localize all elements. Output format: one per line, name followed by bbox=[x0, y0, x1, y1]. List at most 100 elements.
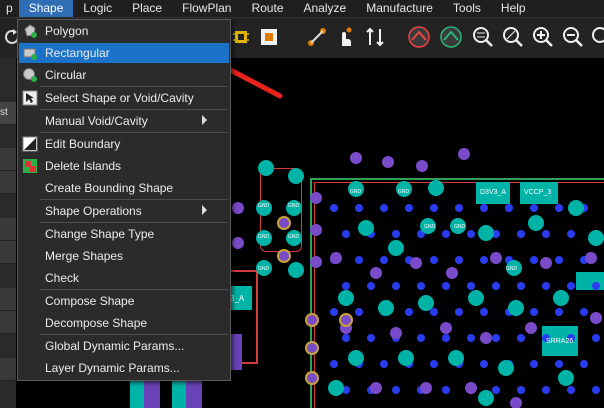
menu-item-label: Layer Dynamic Params... bbox=[45, 361, 180, 375]
menu-icon-placeholder bbox=[19, 224, 41, 244]
left-panel-row bbox=[0, 288, 16, 311]
via bbox=[307, 315, 317, 325]
menu-circular[interactable]: Circular bbox=[19, 65, 229, 85]
via bbox=[590, 312, 602, 324]
hand-pointer-icon[interactable] bbox=[332, 24, 358, 50]
via bbox=[467, 334, 475, 342]
menu-global-dynamic-params[interactable]: Global Dynamic Params... bbox=[19, 336, 229, 356]
menu-compose-shape[interactable]: Compose Shape bbox=[19, 291, 229, 311]
menu-delete-islands[interactable]: Delete Islands bbox=[19, 156, 229, 176]
swap-arrows-icon[interactable] bbox=[362, 24, 388, 50]
menu-item-route[interactable]: Route bbox=[241, 0, 293, 17]
via bbox=[330, 360, 338, 368]
via bbox=[416, 160, 428, 172]
menu-item-manufacture[interactable]: Manufacture bbox=[356, 0, 443, 17]
via bbox=[355, 204, 363, 212]
left-panel: st bbox=[0, 58, 16, 408]
menu-layer-dynamic-params[interactable]: Layer Dynamic Params... bbox=[19, 358, 229, 378]
menu-check[interactable]: Check bbox=[19, 268, 229, 288]
pad bbox=[576, 272, 604, 290]
pad-label: GND bbox=[398, 189, 410, 195]
pad-label: SRRA26 bbox=[546, 338, 574, 345]
ratsnest-red-icon[interactable] bbox=[406, 24, 432, 50]
menu-separator bbox=[40, 86, 228, 87]
menu-item-label: Polygon bbox=[45, 24, 89, 38]
menu-item-label: Global Dynamic Params... bbox=[45, 339, 185, 353]
via bbox=[517, 282, 525, 290]
menu-edit-boundary[interactable]: Edit Boundary bbox=[19, 134, 229, 154]
via bbox=[568, 200, 584, 216]
ratsnest-green-icon[interactable] bbox=[438, 24, 464, 50]
via bbox=[232, 202, 244, 214]
via bbox=[467, 282, 475, 290]
via bbox=[455, 308, 463, 316]
left-panel-tab[interactable]: st bbox=[0, 102, 16, 125]
via bbox=[328, 380, 344, 396]
menu-rectangular[interactable]: Rectangular bbox=[19, 43, 229, 63]
menu-polygon[interactable]: Polygon bbox=[19, 21, 229, 41]
pad-label: GND bbox=[424, 224, 436, 230]
via bbox=[455, 204, 463, 212]
menu-merge-shapes[interactable]: Merge Shapes bbox=[19, 246, 229, 266]
via bbox=[530, 308, 538, 316]
menu-decompose-shape[interactable]: Decompose Shape bbox=[19, 313, 229, 333]
pad-label: GND bbox=[454, 224, 466, 230]
circle-shape-icon bbox=[19, 65, 41, 85]
menu-item-tools[interactable]: Tools bbox=[443, 0, 491, 17]
via bbox=[310, 224, 322, 236]
menu-item-place[interactable]: Place bbox=[122, 0, 172, 17]
menu-item-flowplan[interactable]: FlowPlan bbox=[172, 0, 241, 17]
via bbox=[410, 257, 422, 269]
via bbox=[392, 386, 400, 394]
menu-change-shape-type[interactable]: Change Shape Type bbox=[19, 224, 229, 244]
zoom-out-icon[interactable] bbox=[560, 24, 586, 50]
via bbox=[567, 230, 575, 238]
via bbox=[585, 252, 597, 264]
delete-islands-icon bbox=[19, 156, 41, 176]
via bbox=[448, 350, 464, 366]
menu-item-shape[interactable]: Shape bbox=[18, 0, 74, 17]
left-panel-row bbox=[0, 218, 16, 241]
via bbox=[492, 282, 500, 290]
menu-item-analyze[interactable]: Analyze bbox=[294, 0, 357, 17]
via bbox=[330, 204, 338, 212]
via bbox=[258, 160, 274, 176]
menu-icon-placeholder bbox=[19, 313, 41, 333]
via bbox=[592, 386, 600, 394]
via bbox=[342, 282, 350, 290]
via bbox=[279, 218, 289, 228]
via bbox=[555, 256, 563, 264]
menu-item-label: Edit Boundary bbox=[45, 137, 121, 151]
via bbox=[588, 230, 604, 246]
via bbox=[367, 334, 375, 342]
menu-manual-void-cavity[interactable]: Manual Void/Cavity bbox=[19, 111, 229, 131]
via bbox=[542, 230, 550, 238]
via bbox=[232, 237, 244, 249]
via bbox=[279, 251, 289, 261]
zoom-area-icon[interactable] bbox=[500, 24, 526, 50]
menu-item-help[interactable]: Help bbox=[491, 0, 536, 17]
menu-item-label: Select Shape or Void/Cavity bbox=[45, 91, 194, 105]
via bbox=[380, 360, 388, 368]
via bbox=[350, 152, 362, 164]
via bbox=[592, 334, 600, 342]
menu-item-logic[interactable]: Logic bbox=[73, 0, 122, 17]
via bbox=[492, 386, 500, 394]
zoom-previous-icon[interactable] bbox=[588, 24, 604, 50]
via bbox=[492, 334, 500, 342]
via bbox=[498, 360, 514, 376]
via bbox=[490, 252, 502, 264]
menu-select-shape[interactable]: Select Shape or Void/Cavity bbox=[19, 88, 229, 108]
via bbox=[468, 290, 484, 306]
via bbox=[430, 256, 438, 264]
via bbox=[510, 397, 522, 408]
via bbox=[528, 215, 544, 231]
menu-shape-operations[interactable]: Shape Operations bbox=[19, 201, 229, 221]
menu-create-bounding-shape[interactable]: Create Bounding Shape bbox=[19, 178, 229, 198]
zoom-fit-icon[interactable] bbox=[470, 24, 496, 50]
zoom-in-icon[interactable] bbox=[530, 24, 556, 50]
pad bbox=[186, 380, 202, 408]
route-connect-icon[interactable] bbox=[304, 24, 330, 50]
menu-item-p[interactable]: p bbox=[0, 0, 19, 17]
pad-label: GND bbox=[258, 203, 270, 209]
